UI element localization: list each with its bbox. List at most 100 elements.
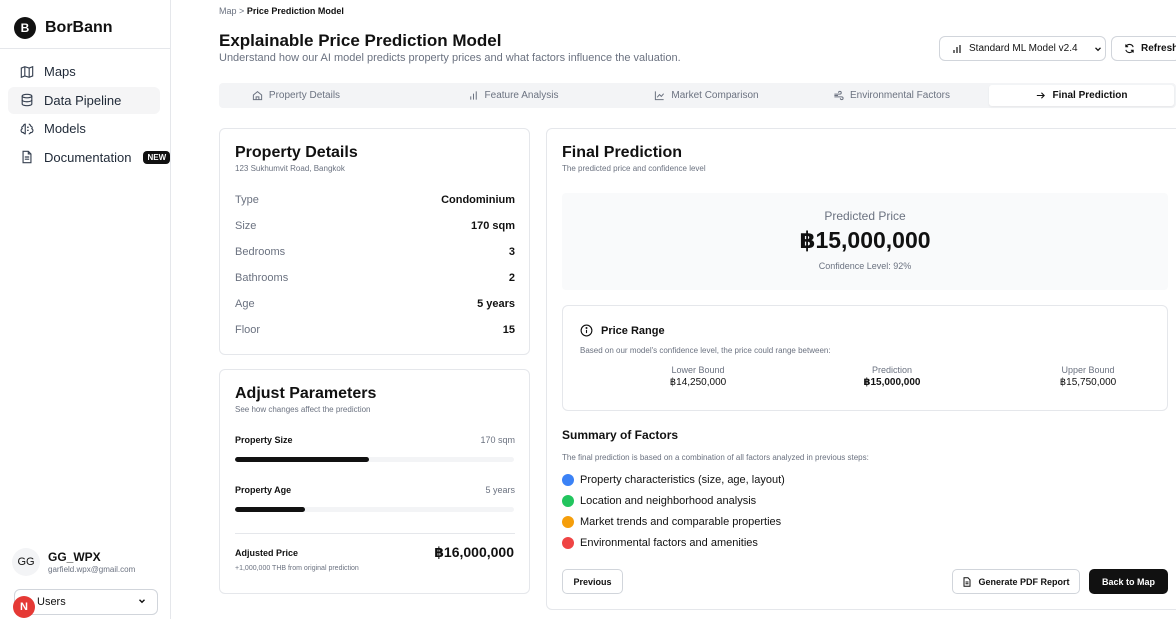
factor-dot [562,516,574,528]
sidebar-item-label: Maps [44,64,76,79]
card-subtitle: See how changes affect the prediction [235,405,371,414]
property-age-value: 5 years [485,485,515,495]
tab-label: Final Prediction [1052,90,1128,101]
chevron-down-icon [1094,46,1101,51]
upper-bound-value: ฿15,750,000 [1059,377,1117,388]
prediction-point: Prediction ฿15,000,000 [817,365,967,388]
card-title: Adjust Parameters [235,385,377,402]
sidebar-item-data-pipeline[interactable]: Data Pipeline [8,86,160,114]
tab-label: Market Comparison [671,90,759,101]
factor-label: Property characteristics (size, age, lay… [580,474,785,486]
notification-badge[interactable]: N [13,596,35,618]
property-value: 5 years [477,298,515,310]
model-select-value: Standard ML Model v2.4 [969,43,1078,54]
property-size-row: Property Size 170 sqm [235,435,515,445]
predicted-price-box: Predicted Price ฿15,000,000 Confidence L… [562,193,1168,290]
generate-pdf-button[interactable]: Generate PDF Report [952,569,1080,594]
property-details-card: Property Details 123 Sukhumvit Road, Ban… [219,128,530,355]
property-row-size: Size 170 sqm [235,220,515,232]
document-icon [22,150,32,164]
factor-label: Location and neighborhood analysis [580,495,757,507]
line-chart-icon [655,91,665,101]
page-subtitle: Understand how our AI model predicts pro… [219,52,681,64]
summary-title: Summary of Factors [562,428,679,442]
brain-icon [20,123,34,134]
adjust-parameters-card: Adjust Parameters See how changes affect… [219,369,530,594]
summary-description: The final prediction is based on a combi… [562,453,869,462]
factor-dot [562,495,574,507]
model-select[interactable]: Standard ML Model v2.4 [939,36,1106,61]
divider [0,48,170,49]
price-range-box: Price Range Based on our model's confide… [562,305,1168,411]
property-address: 123 Sukhumvit Road, Bangkok [235,164,345,173]
tab-final-prediction[interactable]: Final Prediction [989,85,1174,106]
home-icon [252,90,263,101]
sidebar-item-label: Models [44,121,86,136]
refresh-label: Refresh [1141,43,1176,54]
confidence-level: Confidence Level: 92% [818,261,912,271]
sidebar-item-documentation[interactable]: Documentation NEW [8,144,171,171]
user-profile[interactable]: GG GG_WPX garfield.wpx@gmail.com [12,548,135,576]
tab-label: Feature Analysis [484,90,559,101]
upper-bound: Upper Bound ฿15,750,000 [1013,365,1163,388]
sidebar-item-label: Data Pipeline [44,92,122,108]
role-select[interactable]: Users [14,589,158,615]
adjusted-price-note: +1,000,000 THB from original prediction [235,565,359,572]
back-to-map-button[interactable]: Back to Map [1089,569,1168,594]
brand-name: BorBann [45,19,113,36]
property-age-row: Property Age 5 years [235,485,515,495]
tab-property-details[interactable]: Property Details [219,83,373,108]
refresh-icon [1125,43,1134,54]
property-age-slider[interactable] [235,507,514,512]
card-title: Final Prediction [562,144,683,161]
new-badge: NEW [143,150,171,164]
price-range-title: Price Range [580,324,665,337]
property-value: 2 [508,272,515,284]
property-size-label: Property Size [235,435,293,445]
factor-label: Market trends and comparable properties [580,516,782,528]
property-row-type: Type Condominium [235,194,515,206]
sidebar-item-maps[interactable]: Maps [8,58,160,85]
lower-bound-value: ฿14,250,000 [669,377,727,388]
tab-feature-analysis[interactable]: Feature Analysis [373,83,653,108]
factor-dot [562,474,574,486]
previous-button[interactable]: Previous [562,569,623,594]
divider [235,533,515,534]
predicted-price-label: Predicted Price [824,209,906,223]
step-tabs: Property Details Feature Analysis Market… [219,83,1176,108]
property-key: Age [235,298,255,310]
price-range-title-text: Price Range [601,324,665,337]
sidebar-item-label: Documentation [44,149,132,165]
property-size-value: 170 sqm [480,435,515,445]
info-icon [580,324,593,337]
chevron-down-icon [139,599,145,604]
property-row-age: Age 5 years [235,298,515,310]
bar-chart-icon [469,91,477,100]
card-subtitle: The predicted price and confidence level [562,164,706,173]
brand[interactable]: B BorBann [14,17,113,39]
tab-label: Property Details [268,90,341,101]
prediction-value: ฿15,000,000 [863,377,921,388]
property-size-slider[interactable] [235,457,514,462]
property-age-label: Property Age [235,485,292,495]
predicted-price-value: ฿15,000,000 [799,227,931,253]
map-icon [20,65,34,78]
property-value: 170 sqm [470,220,515,232]
breadcrumb-link-map[interactable]: Map [219,6,237,16]
brand-logo: B [14,17,36,39]
sidebar-item-models[interactable]: Models [8,115,160,142]
arrow-right-icon [1037,92,1046,99]
breadcrumb: Map > Price Prediction Model [219,6,344,16]
factor-label: Environmental factors and amenities [580,537,758,549]
tab-environmental-factors[interactable]: Environmental Factors [794,83,989,108]
factor-item: Property characteristics (size, age, lay… [562,474,785,486]
final-prediction-card: Final Prediction The predicted price and… [546,128,1176,610]
refresh-button[interactable]: Refresh [1111,36,1176,61]
generate-pdf-label: Generate PDF Report [978,576,1070,587]
wind-icon [834,90,844,101]
page-title: Explainable Price Prediction Model [219,31,502,50]
property-value: 3 [508,246,515,258]
tab-market-comparison[interactable]: Market Comparison [619,83,794,108]
property-key: Type [235,194,259,206]
sidebar: B BorBann Maps Data Pipeline Models Docu… [0,0,171,619]
